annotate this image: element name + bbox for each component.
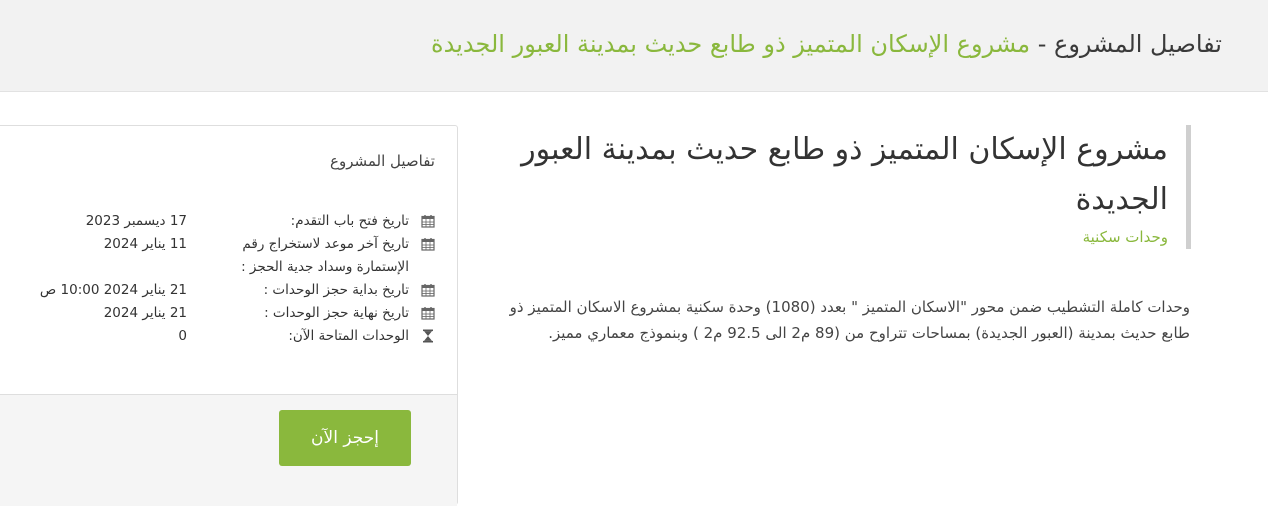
calendar-icon	[419, 302, 435, 320]
project-category: وحدات سكنية	[1082, 228, 1168, 246]
detail-row-booking-start: تاريخ بداية حجز الوحدات : 21 يناير 2024 …	[0, 279, 435, 302]
detail-label: تاريخ فتح باب التقدم:	[290, 213, 409, 229]
project-title: مشروع الإسكان المتميز ذو طابع حديث بمدين…	[521, 132, 1168, 217]
calendar-icon	[419, 233, 435, 251]
detail-value: 17 ديسمبر 2023	[85, 213, 187, 229]
details-list: تاريخ فتح باب التقدم: 17 ديسمبر 2023 تار…	[0, 210, 435, 348]
page-title-prefix: تفاصيل المشروع -	[1030, 30, 1222, 58]
detail-row-booking-end: تاريخ نهاية حجز الوحدات : 21 يناير 2024	[0, 302, 435, 325]
project-description: وحدات كاملة التشطيب ضمن محور "الاسكان ال…	[509, 298, 1190, 342]
project-heading: مشروع الإسكان المتميز ذو طابع حديث بمدين…	[471, 125, 1191, 249]
book-now-button[interactable]: إحجز الآن	[279, 410, 411, 466]
detail-row-form-deadline: تاريخ آخر موعد لاستخراج رقم الإستمارة وس…	[0, 233, 435, 279]
page-title: تفاصيل المشروع - مشروع الإسكان المتميز ذ…	[431, 25, 1222, 63]
project-details-card: تفاصيل المشروع تاريخ فتح باب التقدم: 17 …	[0, 125, 458, 506]
hourglass-icon	[419, 325, 435, 343]
detail-value: 0	[178, 328, 187, 344]
calendar-icon	[419, 279, 435, 297]
details-card-title: تفاصيل المشروع	[330, 152, 435, 170]
page-header: تفاصيل المشروع - مشروع الإسكان المتميز ذ…	[0, 0, 1268, 92]
detail-value: 21 يناير 2024 10:00 ص	[39, 282, 187, 298]
detail-row-application-open: تاريخ فتح باب التقدم: 17 ديسمبر 2023	[0, 210, 435, 233]
detail-value: 11 يناير 2024	[103, 236, 187, 252]
detail-label: تاريخ نهاية حجز الوحدات :	[264, 305, 409, 321]
detail-value: 21 يناير 2024	[103, 305, 187, 321]
detail-label: تاريخ بداية حجز الوحدات :	[263, 282, 409, 298]
detail-label: الوحدات المتاحة الآن:	[288, 328, 409, 344]
detail-label: تاريخ آخر موعد لاستخراج رقم الإستمارة وس…	[241, 236, 409, 275]
detail-row-available-units: الوحدات المتاحة الآن: 0	[0, 325, 435, 348]
details-card-footer: إحجز الآن	[0, 394, 457, 506]
calendar-icon	[419, 210, 435, 228]
page-title-project: مشروع الإسكان المتميز ذو طابع حديث بمدين…	[431, 30, 1031, 58]
